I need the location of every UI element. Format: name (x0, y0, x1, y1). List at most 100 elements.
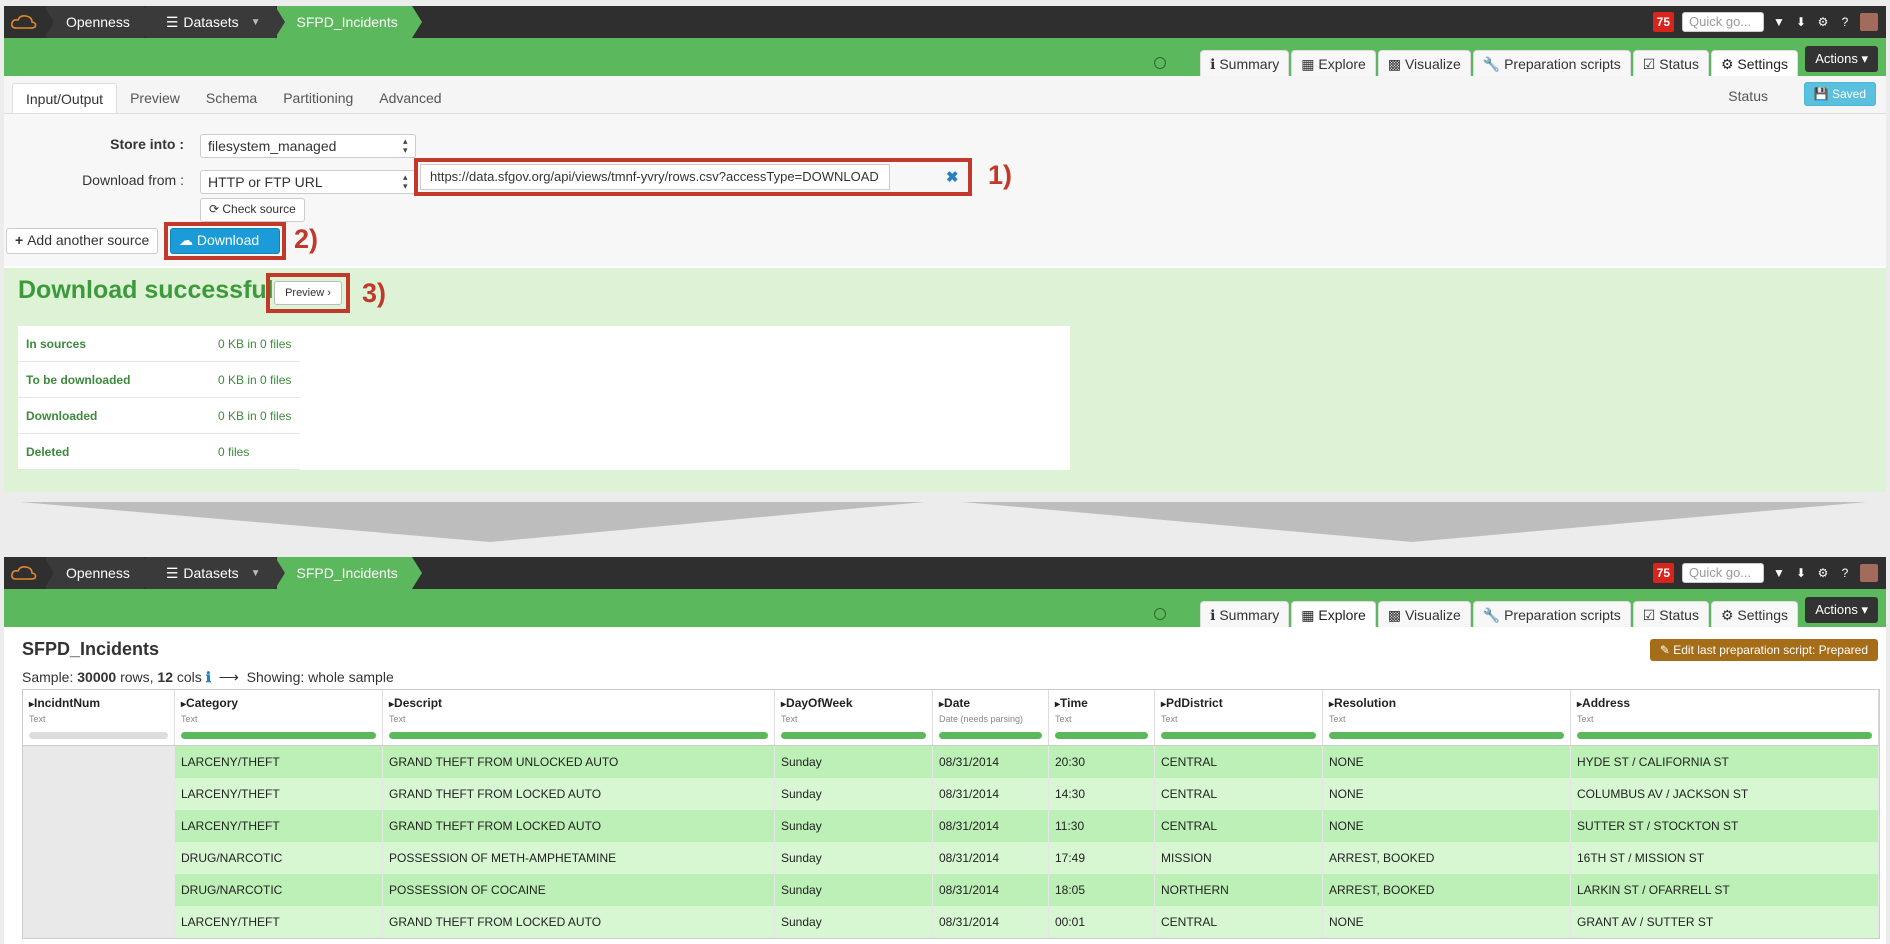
breadcrumb-dataset[interactable]: SFPD_Incidents (276, 557, 422, 589)
info-icon[interactable]: ℹ (206, 669, 211, 685)
table-cell[interactable]: GRAND THEFT FROM UNLOCKED AUTO (383, 746, 775, 778)
table-row[interactable]: LARCENY/THEFT GRAND THEFT FROM LOCKED AUT… (23, 778, 1879, 810)
table-row[interactable]: LARCENY/THEFT GRAND THEFT FROM LOCKED AUT… (23, 906, 1879, 938)
table-row[interactable]: LARCENY/THEFT GRAND THEFT FROM UNLOCKED A… (23, 746, 1879, 778)
table-cell[interactable]: LARCENY/THEFT (175, 746, 383, 778)
table-cell[interactable]: LARCENY/THEFT (175, 906, 383, 938)
tab-summary[interactable]: ℹ Summary (1200, 601, 1290, 627)
table-cell[interactable] (23, 906, 175, 938)
download-icon[interactable]: ⬇ (1794, 15, 1808, 29)
table-cell[interactable] (23, 746, 175, 778)
column-header[interactable]: Descript Text (383, 690, 775, 745)
table-cell[interactable] (23, 778, 175, 810)
tab-visualize[interactable]: ▩ Visualize (1377, 50, 1471, 76)
table-cell[interactable]: Sunday (775, 778, 933, 810)
filter-icon[interactable]: ▼ (1772, 566, 1786, 580)
table-cell[interactable]: NONE (1323, 746, 1571, 778)
table-cell[interactable]: DRUG/NARCOTIC (175, 874, 383, 906)
gear-icon[interactable]: ⚙ (1816, 566, 1830, 580)
table-cell[interactable]: LARCENY/THEFT (175, 810, 383, 842)
table-row[interactable]: DRUG/NARCOTIC POSSESSION OF METH-AMPHETAM… (23, 842, 1879, 874)
column-header[interactable]: Time Text (1049, 690, 1155, 745)
table-cell[interactable]: ARREST, BOOKED (1323, 842, 1571, 874)
subtab-partitioning[interactable]: Partitioning (270, 83, 366, 113)
table-cell[interactable]: MISSION (1155, 842, 1323, 874)
table-cell[interactable]: Sunday (775, 810, 933, 842)
table-cell[interactable]: CENTRAL (1155, 810, 1323, 842)
table-cell[interactable]: Sunday (775, 874, 933, 906)
table-cell[interactable]: HYDE ST / CALIFORNIA ST (1571, 746, 1879, 778)
check-source-button[interactable]: ⟳ Check source (200, 198, 305, 222)
column-header[interactable]: DayOfWeek Text (775, 690, 933, 745)
table-cell[interactable]: 00:01 (1049, 906, 1155, 938)
table-cell[interactable]: CENTRAL (1155, 778, 1323, 810)
table-cell[interactable] (23, 874, 175, 906)
tab-preparation-scripts[interactable]: 🔧 Preparation scripts (1472, 50, 1631, 76)
table-cell[interactable]: 08/31/2014 (933, 874, 1049, 906)
table-cell[interactable]: 17:49 (1049, 842, 1155, 874)
table-cell[interactable]: 16TH ST / MISSION ST (1571, 842, 1879, 874)
column-header[interactable]: Category Text (175, 690, 383, 745)
table-cell[interactable]: GRAND THEFT FROM LOCKED AUTO (383, 810, 775, 842)
clock-icon[interactable] (1154, 57, 1166, 69)
breadcrumb-datasets[interactable]: ☰ Datasets ▼ (145, 6, 285, 38)
tab-settings[interactable]: ⚙ Settings (1710, 50, 1798, 76)
actions-button[interactable]: Actions ▾ (1805, 46, 1878, 72)
notification-badge[interactable]: 75 (1652, 563, 1674, 583)
tab-explore[interactable]: ▦ Explore (1291, 50, 1376, 76)
table-cell[interactable]: Sunday (775, 842, 933, 874)
table-cell[interactable]: GRAND THEFT FROM LOCKED AUTO (383, 778, 775, 810)
table-cell[interactable]: NORTHERN (1155, 874, 1323, 906)
table-cell[interactable]: Sunday (775, 746, 933, 778)
table-cell[interactable]: GRANT AV / SUTTER ST (1571, 906, 1879, 938)
caret-down-icon[interactable]: ▼ (251, 17, 261, 28)
table-cell[interactable]: ARREST, BOOKED (1323, 874, 1571, 906)
table-cell[interactable]: 08/31/2014 (933, 778, 1049, 810)
quick-go-input[interactable]: Quick go... (1682, 563, 1764, 583)
table-cell[interactable]: Sunday (775, 906, 933, 938)
caret-down-icon[interactable]: ▼ (251, 568, 261, 579)
table-cell[interactable]: NONE (1323, 810, 1571, 842)
column-header[interactable]: Date Date (needs parsing) (933, 690, 1049, 745)
quick-go-input[interactable]: Quick go... (1682, 12, 1764, 32)
table-cell[interactable]: CENTRAL (1155, 746, 1323, 778)
avatar[interactable] (1860, 13, 1878, 31)
column-header[interactable]: Address Text (1571, 690, 1879, 745)
table-cell[interactable]: NONE (1323, 778, 1571, 810)
table-cell[interactable]: 18:05 (1049, 874, 1155, 906)
tab-status[interactable]: ☑ Status (1632, 50, 1709, 76)
saved-button[interactable]: 💾 Saved (1803, 82, 1876, 106)
table-cell[interactable] (23, 810, 175, 842)
tab-summary[interactable]: ℹ Summary (1200, 50, 1290, 76)
clock-icon[interactable] (1154, 608, 1166, 620)
table-cell[interactable]: LARCENY/THEFT (175, 778, 383, 810)
subtab-preview[interactable]: Preview (117, 83, 193, 113)
table-cell[interactable]: 08/31/2014 (933, 906, 1049, 938)
tab-visualize[interactable]: ▩ Visualize (1377, 601, 1471, 627)
table-cell[interactable]: LARKIN ST / OFARRELL ST (1571, 874, 1879, 906)
app-logo[interactable] (4, 6, 54, 38)
table-cell[interactable]: NONE (1323, 906, 1571, 938)
download-icon[interactable]: ⬇ (1794, 566, 1808, 580)
table-row[interactable]: LARCENY/THEFT GRAND THEFT FROM LOCKED AUT… (23, 810, 1879, 842)
table-cell[interactable]: POSSESSION OF METH-AMPHETAMINE (383, 842, 775, 874)
subtab-input-output[interactable]: Input/Output (12, 83, 118, 113)
tab-status[interactable]: ☑ Status (1632, 601, 1709, 627)
app-logo[interactable] (4, 557, 54, 589)
breadcrumb-project[interactable]: Openness (46, 6, 154, 38)
table-cell[interactable] (23, 842, 175, 874)
edit-script-button[interactable]: ✎ Edit last preparation script: Prepared (1649, 639, 1878, 661)
table-cell[interactable]: 20:30 (1049, 746, 1155, 778)
breadcrumb-datasets[interactable]: ☰ Datasets ▼ (145, 557, 285, 589)
tab-explore[interactable]: ▦ Explore (1291, 601, 1376, 627)
table-cell[interactable]: 08/31/2014 (933, 746, 1049, 778)
column-header[interactable]: IncidntNum Text (23, 690, 175, 745)
tab-settings[interactable]: ⚙ Settings (1710, 601, 1798, 627)
notification-badge[interactable]: 75 (1652, 12, 1674, 32)
filter-icon[interactable]: ▼ (1772, 15, 1786, 29)
table-cell[interactable]: POSSESSION OF COCAINE (383, 874, 775, 906)
subtab-schema[interactable]: Schema (193, 83, 270, 113)
avatar[interactable] (1860, 564, 1878, 582)
table-cell[interactable]: 14:30 (1049, 778, 1155, 810)
table-cell[interactable]: COLUMBUS AV / JACKSON ST (1571, 778, 1879, 810)
